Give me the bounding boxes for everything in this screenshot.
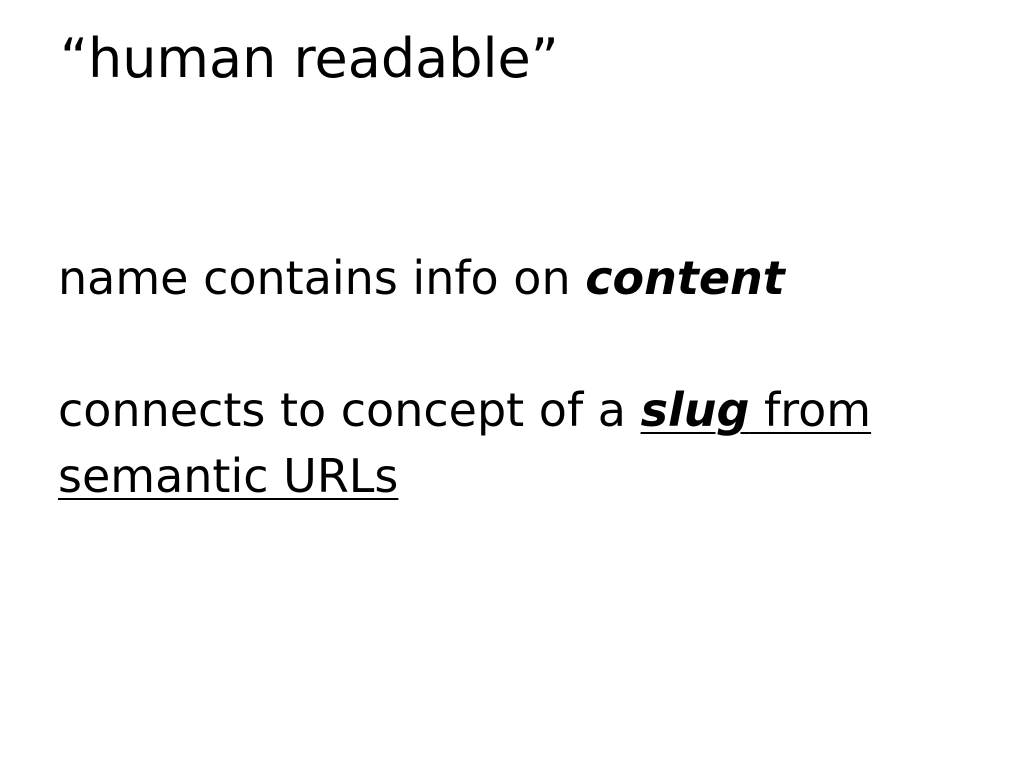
- point-2-text: connects to concept of a: [58, 383, 641, 437]
- point-connects-to-slug: connects to concept of a slug from seman…: [58, 377, 958, 509]
- slide: “human readable” name contains info on c…: [0, 0, 1024, 768]
- slug-term: slug: [640, 383, 750, 437]
- slide-body: name contains info on content connects t…: [58, 245, 958, 509]
- slide-title: “human readable”: [60, 27, 559, 90]
- point-1-emphasis: content: [585, 251, 785, 305]
- point-1-text: name contains info on: [58, 251, 586, 305]
- point-name-contains-info: name contains info on content: [58, 245, 958, 311]
